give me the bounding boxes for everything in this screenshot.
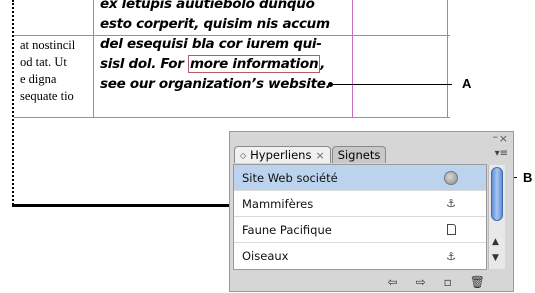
text-line: sequate tio (20, 89, 74, 103)
scroll-up-icon[interactable]: ▲ (492, 237, 499, 247)
tab-close-icon[interactable]: × (315, 149, 324, 162)
callout-label-a: A (462, 76, 472, 91)
tab-label: Signets (337, 148, 381, 162)
close-icon[interactable]: × (499, 132, 508, 145)
hyperlink-source-text[interactable]: more information (188, 55, 321, 73)
text-line: see our organization’s website. (100, 76, 331, 92)
text-fragment: sisl dol. For (100, 56, 189, 72)
new-hyperlink-icon[interactable]: ▫ (444, 275, 452, 289)
text-line: at nostincil (20, 38, 76, 52)
globe-icon (444, 170, 458, 185)
anchor-icon: ⚓ (446, 197, 456, 210)
minimize-icon[interactable]: – (493, 130, 499, 143)
list-item[interactable]: Oiseaux ⚓ (234, 243, 486, 269)
margin-guide-bottom (14, 117, 450, 118)
diamond-icon: ◇ (240, 150, 247, 160)
text-line: ex letupis auutiebolo dunquo (100, 0, 315, 12)
panel-tabs: ◇ Hyperliens × Signets (234, 146, 387, 164)
go-to-source-icon[interactable]: ⇦ (388, 275, 398, 289)
list-scrollbar[interactable]: ▲ ▼ (488, 165, 505, 269)
list-item[interactable]: Site Web société (234, 165, 486, 191)
text-line: sisl dol. For more information, (100, 54, 356, 74)
callout-line-a (330, 84, 452, 85)
margin-guide-right (447, 0, 448, 118)
callout-label-b: B (523, 170, 533, 185)
page-edge-left (12, 0, 14, 205)
column-guide-left (93, 0, 94, 118)
list-item-label: Oiseaux (242, 249, 289, 263)
scrollbar-thumb[interactable] (491, 167, 503, 221)
hyperlink-list: Site Web société Mammifères ⚓ Faune Paci… (233, 164, 487, 270)
panel-footer: ⇦ ⇨ ▫ 🗑 (230, 272, 513, 292)
list-item-label: Mammifères (242, 196, 314, 211)
text-line: od tat. Ut (20, 55, 67, 69)
go-to-destination-icon[interactable]: ⇨ (416, 275, 426, 289)
delete-icon[interactable]: 🗑 (470, 275, 485, 289)
text-column-left: at nostincil od tat. Ut e digna sequate … (20, 37, 92, 105)
callout-dot-a (328, 82, 333, 87)
list-item[interactable]: Faune Pacifique (234, 217, 486, 243)
page-edge-bottom (12, 204, 258, 207)
text-fragment: , (320, 56, 326, 72)
tab-hyperliens[interactable]: ◇ Hyperliens × (234, 146, 331, 163)
list-item-label: Site Web société (242, 170, 338, 185)
list-item-label: Faune Pacifique (242, 222, 332, 237)
page-icon (447, 224, 456, 235)
scroll-down-icon[interactable]: ▼ (492, 253, 499, 263)
text-line: e digna (20, 72, 57, 86)
text-column-main: ex letupis auutiebolo dunquo esto corper… (100, 0, 356, 94)
tab-signets[interactable]: Signets (331, 146, 387, 163)
list-item[interactable]: Mammifères ⚓ (234, 191, 486, 217)
anchor-icon: ⚓ (446, 249, 456, 263)
tab-label: Hyperliens (250, 148, 312, 162)
text-line: esto corperit, quisim nis accum (100, 16, 330, 32)
hyperlinks-panel: – × ◇ Hyperliens × Signets ▾≡ Site Web s… (229, 130, 514, 292)
text-line: del esequisi bla cor iurem qui- (100, 36, 322, 52)
panel-menu-icon[interactable]: ▾≡ (495, 148, 508, 159)
